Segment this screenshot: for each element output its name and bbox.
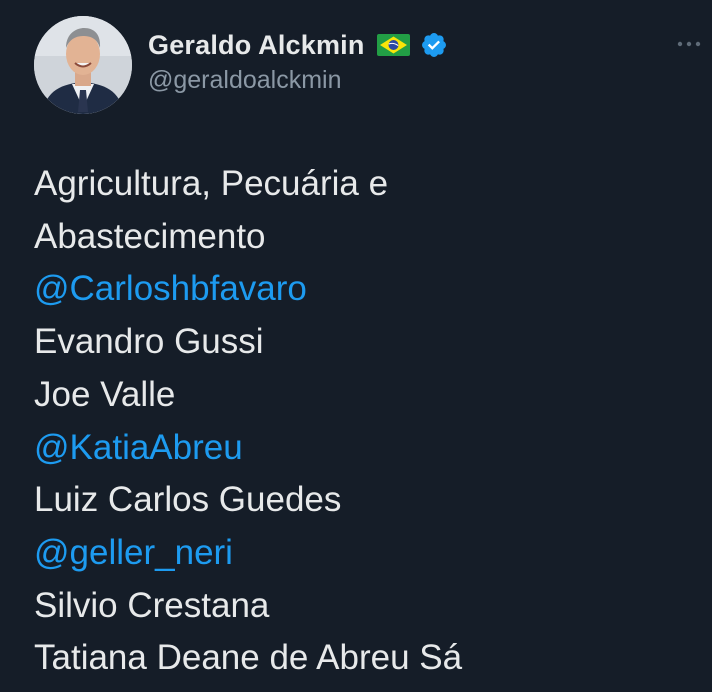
tweet-text-line: Silvio Crestana bbox=[34, 585, 270, 625]
avatar[interactable] bbox=[34, 16, 132, 114]
brazil-flag-icon bbox=[376, 34, 410, 56]
tweet-author: Geraldo Alckmin @geraldoalckmin bbox=[148, 28, 448, 95]
avatar-image bbox=[34, 16, 132, 114]
verified-badge-icon[interactable] bbox=[420, 31, 448, 59]
mention-link[interactable]: @Carloshbfavaro bbox=[34, 263, 462, 316]
tweet-text-line: Evandro Gussi bbox=[34, 322, 264, 362]
mention-link[interactable]: @geller_neri bbox=[34, 527, 462, 580]
more-options-icon[interactable] bbox=[674, 34, 704, 54]
tweet-text: Agricultura, Pecuária e Abastecimento @C… bbox=[34, 158, 462, 685]
author-handle[interactable]: @geraldoalckmin bbox=[148, 66, 448, 95]
tweet-text-line: Abastecimento bbox=[34, 216, 266, 256]
mention-link[interactable]: @KatiaAbreu bbox=[34, 422, 462, 475]
tweet-text-line: Luiz Carlos Guedes bbox=[34, 480, 342, 520]
author-display-name[interactable]: Geraldo Alckmin bbox=[148, 30, 365, 61]
author-name-row: Geraldo Alckmin bbox=[148, 28, 448, 62]
tweet: Geraldo Alckmin @geraldoalckmin Agricult… bbox=[0, 0, 712, 692]
tweet-text-line: Tatiana Deane de Abreu Sá bbox=[34, 638, 463, 678]
tweet-text-line: Agricultura, Pecuária e bbox=[34, 164, 389, 203]
tweet-text-line: Joe Valle bbox=[34, 374, 176, 414]
